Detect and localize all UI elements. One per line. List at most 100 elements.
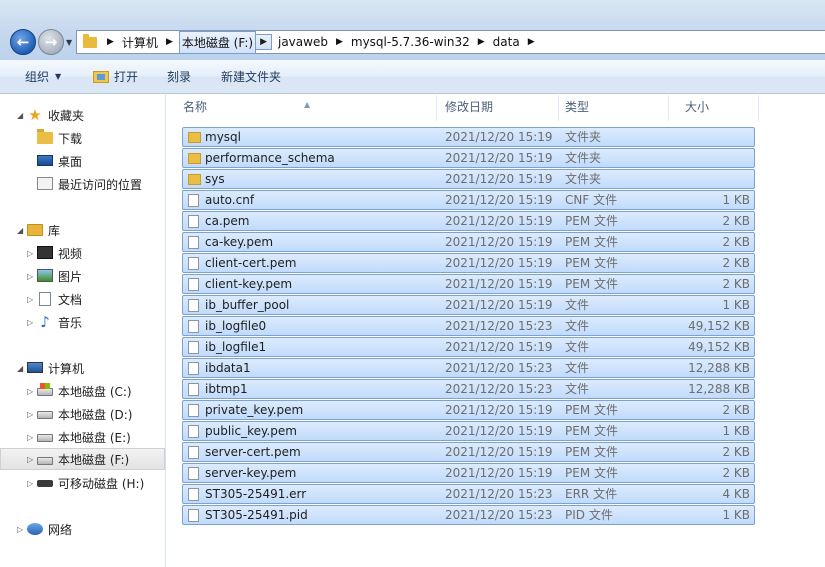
file-row[interactable]: sys 2021/12/20 15:19 文件夹 xyxy=(182,169,755,189)
nav-documents-label: 文档 xyxy=(58,292,83,307)
breadcrumb-computer[interactable]: 计算机 xyxy=(120,31,160,54)
organize-label: 组织 xyxy=(25,70,50,84)
back-arrow-icon: ← xyxy=(16,33,30,51)
nav-drive-c[interactable]: ▷ 本地磁盘 (C:) xyxy=(0,380,165,402)
column-name[interactable]: 名称 ▲ xyxy=(167,95,437,121)
file-row[interactable]: private_key.pem 2021/12/20 15:19 PEM 文件 2 K… xyxy=(182,400,755,420)
chevron-right-icon[interactable]: ▶ xyxy=(528,37,535,47)
nav-downloads[interactable]: 下载 xyxy=(0,127,165,149)
chevron-right-icon[interactable]: ▶ xyxy=(478,37,485,47)
nav-drive-d[interactable]: ▷ 本地磁盘 (D:) xyxy=(0,403,165,425)
breadcrumb-javaweb[interactable]: javaweb xyxy=(276,32,330,52)
column-date-label: 修改日期 xyxy=(445,100,494,114)
file-row[interactable]: ST305-25491.pid 2021/12/20 15:23 PID 文件 1 K… xyxy=(182,505,755,525)
file-row[interactable]: server-cert.pem 2021/12/20 15:19 PEM 文件 2 K… xyxy=(182,442,755,462)
open-folder-icon xyxy=(93,70,109,83)
file-row[interactable]: client-key.pem 2021/12/20 15:19 PEM 文件 2 KB xyxy=(182,274,755,294)
nav-drive-f[interactable]: ▷ 本地磁盘 (F:) xyxy=(0,448,165,470)
file-icon xyxy=(188,236,199,249)
file-row[interactable]: ibtmp1 2021/12/20 15:23 文件 12,288 KB xyxy=(182,379,755,399)
open-button[interactable]: 打开 xyxy=(93,68,138,85)
expand-icon[interactable]: ▷ xyxy=(27,455,33,464)
expand-icon[interactable]: ▷ xyxy=(27,410,33,419)
picture-icon xyxy=(37,269,53,282)
chevron-right-icon[interactable]: ▶ xyxy=(336,37,343,47)
column-date[interactable]: 修改日期 xyxy=(429,95,559,121)
expand-collapse-icon[interactable]: ◢ xyxy=(17,364,23,373)
chevron-right-icon[interactable]: ▶ xyxy=(256,34,272,50)
file-name: private_key.pem xyxy=(205,403,304,417)
chevron-right-icon[interactable]: ▶ xyxy=(107,37,114,47)
expand-icon[interactable]: ▷ xyxy=(27,272,33,281)
file-type: PEM 文件 xyxy=(565,256,618,270)
file-type: 文件夹 xyxy=(565,151,602,165)
file-size: 2 KB xyxy=(722,235,750,249)
nav-libraries[interactable]: ◢ 库 xyxy=(0,219,165,241)
nav-computer[interactable]: ◢ 计算机 xyxy=(0,357,165,379)
expand-collapse-icon[interactable]: ◢ xyxy=(17,226,23,235)
nav-drive-h[interactable]: ▷ 可移动磁盘 (H:) xyxy=(0,472,165,494)
system-drive-icon xyxy=(37,383,53,396)
nav-drive-f-label: 本地磁盘 (F:) xyxy=(58,452,130,467)
hard-drive-icon xyxy=(37,457,53,465)
network-icon xyxy=(27,523,43,535)
file-size: 2 KB xyxy=(722,445,750,459)
file-icon xyxy=(188,362,199,375)
column-type[interactable]: 类型 xyxy=(549,95,669,121)
file-row[interactable]: ca.pem 2021/12/20 15:19 PEM 文件 2 KB xyxy=(182,211,755,231)
nav-network[interactable]: ▷ 网络 xyxy=(0,518,165,540)
nav-desktop[interactable]: 桌面 xyxy=(0,150,165,172)
file-name: public_key.pem xyxy=(205,424,297,438)
file-row[interactable]: public_key.pem 2021/12/20 15:19 PEM 文件 1 KB xyxy=(182,421,755,441)
organize-button[interactable]: 组织 ▼ xyxy=(25,68,61,85)
nav-videos[interactable]: ▷ 视频 xyxy=(0,242,165,264)
expand-icon[interactable]: ▷ xyxy=(27,295,33,304)
file-type: PEM 文件 xyxy=(565,466,618,480)
breadcrumb-mysql[interactable]: mysql-5.7.36-win32 xyxy=(349,32,472,52)
address-bar[interactable]: ▶ 计算机 ▶ 本地磁盘 (F:) ▶ javaweb ▶ mysql-5.7.… xyxy=(76,30,825,54)
nav-drive-e[interactable]: ▷ 本地磁盘 (E:) xyxy=(0,426,165,448)
expand-icon[interactable]: ▷ xyxy=(27,433,33,442)
column-size[interactable]: 大小 xyxy=(669,95,759,121)
file-type: 文件夹 xyxy=(565,172,602,186)
nav-favorites[interactable]: ◢ ★ 收藏夹 xyxy=(0,104,165,126)
back-button[interactable]: ← xyxy=(10,29,36,55)
expand-icon[interactable]: ▷ xyxy=(27,318,33,327)
burn-button[interactable]: 刻录 xyxy=(167,68,191,85)
file-name: auto.cnf xyxy=(205,193,255,207)
file-name: ib_buffer_pool xyxy=(205,298,290,312)
nav-documents[interactable]: ▷ 文档 xyxy=(0,288,165,310)
expand-icon[interactable]: ▷ xyxy=(27,479,33,488)
file-row[interactable]: performance_schema 2021/12/20 15:19 文件夹 xyxy=(182,148,755,168)
file-size: 1 KB xyxy=(722,298,750,312)
file-row[interactable]: ib_logfile1 2021/12/20 15:19 文件 49,152 KB xyxy=(182,337,755,357)
file-row[interactable]: auto.cnf 2021/12/20 15:19 CNF 文件 1 KB xyxy=(182,190,755,210)
forward-button[interactable]: → xyxy=(38,29,64,55)
file-row[interactable]: mysql 2021/12/20 15:19 文件夹 xyxy=(182,127,755,147)
nav-pictures[interactable]: ▷ 图片 xyxy=(0,265,165,287)
file-size: 2 KB xyxy=(722,277,750,291)
file-date: 2021/12/20 15:19 xyxy=(445,403,553,417)
nav-music[interactable]: ▷ ♪ 音乐 xyxy=(0,311,165,333)
downloads-folder-icon xyxy=(37,129,53,144)
file-row[interactable]: ibdata1 2021/12/20 15:23 文件 12,288 KB xyxy=(182,358,755,378)
hard-drive-icon xyxy=(37,411,53,419)
expand-icon[interactable]: ▷ xyxy=(17,525,23,534)
file-row[interactable]: ST305-25491.err 2021/12/20 15:23 ERR 文件 4 K… xyxy=(182,484,755,504)
nav-recent-places[interactable]: 最近访问的位置 xyxy=(0,173,165,195)
file-row[interactable]: ib_logfile0 2021/12/20 15:23 文件 49,152 KB xyxy=(182,316,755,336)
file-type: 文件 xyxy=(565,298,590,312)
recent-pages-dropdown[interactable]: ▼ xyxy=(66,38,72,47)
file-row[interactable]: client-cert.pem 2021/12/20 15:19 PEM 文件 2 K… xyxy=(182,253,755,273)
expand-icon[interactable]: ▷ xyxy=(27,387,33,396)
file-row[interactable]: server-key.pem 2021/12/20 15:19 PEM 文件 2 KB xyxy=(182,463,755,483)
file-row[interactable]: ib_buffer_pool 2021/12/20 15:19 文件 1 KB xyxy=(182,295,755,315)
chevron-right-icon[interactable]: ▶ xyxy=(166,37,173,47)
expand-collapse-icon[interactable]: ◢ xyxy=(17,111,23,120)
breadcrumb-drive-f[interactable]: 本地磁盘 (F:) xyxy=(178,30,257,54)
expand-icon[interactable]: ▷ xyxy=(27,249,33,258)
breadcrumb-data[interactable]: data xyxy=(491,32,522,52)
file-row[interactable]: ca-key.pem 2021/12/20 15:19 PEM 文件 2 KB xyxy=(182,232,755,252)
new-folder-button[interactable]: 新建文件夹 xyxy=(221,68,281,85)
file-name: ib_logfile1 xyxy=(205,340,267,354)
